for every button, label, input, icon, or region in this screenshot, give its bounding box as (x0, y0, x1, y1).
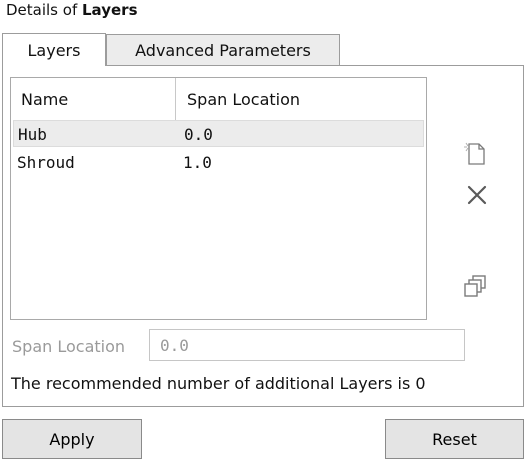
table-row[interactable]: Hub 0.0 (13, 120, 424, 147)
span-location-field[interactable] (149, 329, 465, 361)
title-bold: Layers (82, 1, 138, 19)
panel-title: Details of Layers (6, 1, 138, 19)
column-header-span-location[interactable]: Span Location (176, 78, 426, 120)
delete-x-icon[interactable] (466, 184, 488, 210)
table-row[interactable]: Shroud 1.0 (13, 149, 424, 176)
tab-advanced-parameters-label: Advanced Parameters (135, 41, 311, 60)
tab-layers-label: Layers (27, 40, 81, 60)
layers-table: Name Span Location Hub 0.0 Shroud 1.0 (10, 77, 427, 320)
copy-icon[interactable] (464, 274, 488, 302)
tab-layers[interactable]: Layers (2, 33, 106, 66)
row-name: Shroud (17, 153, 75, 172)
tab-advanced-parameters[interactable]: Advanced Parameters (106, 34, 340, 66)
new-document-icon[interactable] (464, 142, 490, 170)
row-span-location: 0.0 (184, 125, 213, 144)
reset-button[interactable]: Reset (385, 419, 524, 459)
row-span-location: 1.0 (183, 153, 212, 172)
column-header-name[interactable]: Name (11, 78, 176, 120)
span-location-label: Span Location (12, 337, 126, 356)
recommendation-text: The recommended number of additional Lay… (11, 374, 426, 393)
title-prefix: Details of (6, 1, 82, 19)
row-name: Hub (18, 125, 47, 144)
apply-button[interactable]: Apply (2, 419, 142, 459)
